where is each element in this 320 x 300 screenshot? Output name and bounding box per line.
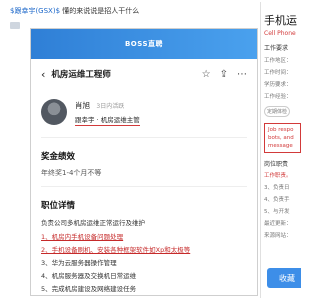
right-line: 学历要求：	[264, 82, 292, 88]
details-title: 职位详情	[41, 201, 76, 211]
recruiter-name: 肖旭	[75, 101, 90, 110]
caption-text: 懂的来说说是招人干什么	[62, 7, 140, 15]
job-title: 机房运维工程师	[51, 70, 111, 80]
tab-indicator	[10, 22, 20, 29]
star-icon[interactable]: ☆	[202, 69, 211, 80]
right-title: 手机运	[264, 14, 297, 27]
chevron-left-icon[interactable]: ‹	[41, 68, 45, 81]
details-lead: 负责公司多机房运维正常运行及维护	[41, 219, 145, 227]
right-panel: 手机运 Cell Phone 工作要求 工作地区： 工作时间： 学历要求： 工作…	[260, 2, 301, 298]
right-line: 工作地区：	[264, 58, 292, 64]
right-box-line: message	[268, 143, 293, 149]
right-line: 最近更新：	[264, 221, 292, 227]
recruiter-role-line: 跟幸宇 · 机房运维主管	[75, 114, 140, 126]
recruiter-activity: 3日内活跃	[96, 103, 125, 110]
recruiter-role: 跟幸宇 · 机房运维主管	[75, 116, 140, 126]
right-line: 5、与开发	[264, 209, 290, 215]
app-banner: BOSS直聘	[31, 29, 257, 59]
task-item: 3、华为云服务器操作管理	[41, 259, 117, 267]
task-item: 5、完成机房建设及网络建设任务	[41, 285, 137, 293]
bonus-title: 奖金绩效	[41, 152, 76, 162]
right-box-line: bots, and	[268, 135, 294, 141]
right-req-label: 工作要求	[264, 45, 289, 52]
right-duty-label: 岗位职责	[264, 161, 289, 168]
job-post-screenshot: BOSS直聘 ‹ 机房运维工程师 ☆ ⇪ ⋯ 肖旭 3日内活跃 跟幸宇 · 机房…	[30, 28, 258, 296]
right-highlight-box: Job respo bots, and message	[264, 123, 301, 153]
share-icon[interactable]: ⇪	[220, 69, 228, 80]
avatar	[41, 99, 67, 125]
job-header: ‹ 机房运维工程师 ☆ ⇪ ⋯	[41, 63, 247, 85]
divider	[41, 186, 247, 187]
recruiter-profile[interactable]: 肖旭 3日内活跃 跟幸宇 · 机房运维主管	[41, 95, 247, 129]
right-line: 来源网站：	[264, 233, 292, 239]
right-duty: 工作职责。	[264, 173, 292, 179]
task-item: 1、机房内手机设备问题处理	[41, 233, 124, 241]
right-subtitle: Cell Phone	[264, 30, 296, 37]
task-item: 4、机房服务器及交换机日常运维	[41, 272, 137, 280]
more-icon[interactable]: ⋯	[237, 69, 247, 80]
right-line: 工作时间：	[264, 70, 292, 76]
user-mention-link[interactable]: $跟幸宇(GSX)$	[10, 7, 60, 15]
right-line: 4、负责手	[264, 197, 290, 203]
right-line: 工作经验：	[264, 94, 292, 100]
task-item: 2、手机设备刷机、安装各种框架软件如Xp和太极等	[41, 246, 191, 254]
banner-text: BOSS直聘	[124, 40, 164, 48]
right-tag: 定期体检	[264, 106, 290, 117]
right-line: 3、负责日	[264, 185, 290, 191]
divider	[41, 137, 247, 138]
post-caption: $跟幸宇(GSX)$ 懂的来说说是招人干什么	[10, 6, 139, 16]
header-actions: ☆ ⇪ ⋯	[202, 69, 247, 80]
collect-button[interactable]: 收藏	[267, 268, 301, 288]
bonus-text: 年终奖1-4个月不等	[41, 169, 102, 177]
recruiter-name-line: 肖旭 3日内活跃	[75, 100, 140, 111]
right-box-line: Job respo	[268, 127, 294, 133]
